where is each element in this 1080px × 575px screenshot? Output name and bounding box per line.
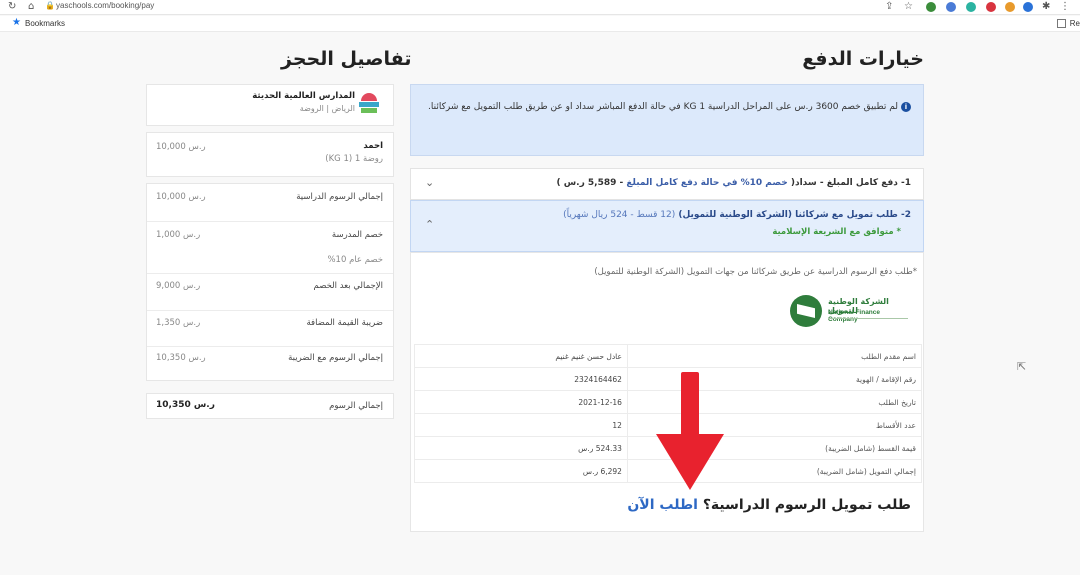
payment-option-full[interactable]: 1- دفع كامل المبلغ - سداد( خصم 10% في حا…: [410, 168, 924, 200]
table-row: تاريخ الطلب 2021-12-16: [414, 390, 923, 414]
bookmark-star-icon[interactable]: ☆: [904, 1, 913, 12]
fee-label: إجمالي الرسوم مع الضريبة: [288, 353, 383, 363]
apply-now-link[interactable]: اطلب الآن: [627, 497, 698, 513]
financing-cta: طلب تمويل الرسوم الدراسية؟ اطلب الآن: [627, 497, 911, 513]
finance-logo-underline: [828, 318, 908, 319]
finance-logo-mark: [790, 295, 822, 327]
school-logo: [359, 93, 379, 115]
table-value: 2021-12-16: [414, 390, 628, 414]
bookmarks-folder[interactable]: Bookmarks: [25, 19, 65, 28]
discount-info-text: لم تطبيق خصم 3600 ر.س على المراحل الدراس…: [428, 102, 898, 112]
fee-row: إجمالي الرسوم الدراسية 10,000 ر.س: [147, 184, 393, 221]
total-label: إجمالي الرسوم: [329, 401, 383, 411]
fee-label: الإجمالي بعد الخصم: [313, 281, 383, 291]
fee-label: ضريبة القيمة المضافة: [306, 318, 383, 328]
annotation-arrow-shaft: [681, 372, 699, 438]
extension-icon[interactable]: [986, 2, 996, 12]
school-location: الرياض | الروضة: [299, 104, 355, 113]
mouse-cursor-icon: ⇱: [1017, 360, 1027, 373]
total-card: إجمالي الرسوم 10,350 ر.س: [146, 393, 394, 419]
sharia-compliant-note: * متوافق مع الشريعة الإسلامية: [772, 227, 901, 237]
financing-cta-question: طلب تمويل الرسوم الدراسية؟: [702, 497, 911, 513]
info-icon: i: [901, 102, 911, 112]
fee-value: 10,350 ر.س: [156, 353, 206, 363]
option2-installments: (12 قسط - 524 ريال شهرياً): [563, 210, 676, 220]
table-label: رقم الإقامة / الهوية: [626, 367, 923, 391]
reload-icon[interactable]: ↻: [8, 1, 16, 12]
table-label: تاريخ الطلب: [626, 390, 923, 414]
payment-options-heading: خيارات الدفع: [802, 48, 924, 70]
chevron-down-icon[interactable]: ⌄: [425, 176, 434, 189]
student-grade: روضة 1 (KG 1): [325, 154, 383, 164]
extension-icon[interactable]: [1023, 2, 1033, 12]
star-icon: ★: [12, 17, 21, 28]
fee-row: ضريبة القيمة المضافة 1,350 ر.س: [147, 310, 393, 346]
table-row: رقم الإقامة / الهوية 2324164462: [414, 367, 923, 391]
booking-details-heading: تفاصيل الحجز: [281, 48, 412, 70]
fee-value: 10,000 ر.س: [156, 192, 206, 202]
annotation-arrow-head: [656, 434, 724, 490]
table-label: اسم مقدم الطلب: [626, 344, 923, 368]
fee-label: إجمالي الرسوم الدراسية: [296, 192, 383, 202]
share-icon[interactable]: ⇪: [885, 1, 893, 12]
menu-icon[interactable]: ⋮: [1060, 1, 1070, 12]
reading-list-label[interactable]: Re: [1070, 19, 1080, 28]
student-fee: 10,000 ر.س: [156, 142, 206, 152]
option2-prefix: 2- طلب تمويل مع شركائنا (الشركة الوطنية …: [675, 210, 911, 220]
option1-prefix: 1- دفع كامل المبلغ - سداد(: [787, 178, 911, 188]
home-icon[interactable]: ⌂: [28, 1, 34, 12]
extension-icon[interactable]: [926, 2, 936, 12]
finance-logo-english: National Finance Company: [828, 309, 881, 323]
fee-value: 9,000 ر.س: [156, 281, 201, 291]
table-value: 2324164462: [414, 367, 628, 391]
table-value: 524.33 ر.س: [414, 436, 628, 460]
table-row: اسم مقدم الطلب عادل حسن غنيم غنيم: [414, 344, 923, 368]
bookmarks-bar: ★ Bookmarks Re: [0, 16, 1080, 32]
reading-list-icon[interactable]: [1057, 19, 1066, 28]
student-card: احمد روضة 1 (KG 1) 10,000 ر.س: [146, 132, 394, 177]
browser-toolbar: ↻ ⌂ 🔒 yaschools.com/booking/pay ⇪ ☆ ✱ ⋮: [0, 0, 1080, 15]
chevron-up-icon[interactable]: ⌃: [425, 218, 434, 231]
fee-row: الإجمالي بعد الخصم 9,000 ر.س: [147, 273, 393, 310]
extension-icon[interactable]: [946, 2, 956, 12]
national-finance-logo: الشركة الوطنية للتمويل National Finance …: [790, 295, 910, 327]
lock-icon[interactable]: 🔒: [45, 1, 55, 10]
discount-info-box: iلم تطبيق خصم 3600 ر.س على المراحل الدرا…: [410, 84, 924, 156]
payment-option-financing[interactable]: 2- طلب تمويل مع شركائنا (الشركة الوطنية …: [410, 200, 924, 252]
student-name: احمد: [363, 141, 383, 151]
financing-note: *طلب دفع الرسوم الدراسية عن طريق شركائنا…: [594, 267, 917, 277]
fees-breakdown-card: إجمالي الرسوم الدراسية 10,000 ر.س خصم ال…: [146, 183, 394, 381]
extension-icon[interactable]: [966, 2, 976, 12]
fee-value: 1,000 ر.س: [156, 230, 201, 240]
fee-row: إجمالي الرسوم مع الضريبة 10,350 ر.س: [147, 346, 393, 381]
financing-panel: *طلب دفع الرسوم الدراسية عن طريق شركائنا…: [410, 252, 924, 532]
school-card: المدارس العالمية الحديثة الرياض | الروضة: [146, 84, 394, 126]
fee-row: خصم المدرسة 1,000 ر.س خصم عام 10%: [147, 221, 393, 273]
fee-sublabel: خصم عام 10%: [327, 255, 383, 265]
fee-label: خصم المدرسة: [331, 230, 383, 240]
payment-option-full-label: 1- دفع كامل المبلغ - سداد( خصم 10% في حا…: [556, 178, 911, 188]
option1-discount: خصم 10% في حالة دفع كامل المبلغ: [626, 178, 788, 188]
option1-amount: - 5,589 ر.س ): [556, 178, 627, 188]
address-bar[interactable]: yaschools.com/booking/pay: [56, 1, 154, 10]
fee-value: 1,350 ر.س: [156, 318, 201, 328]
total-value: 10,350 ر.س: [156, 400, 215, 410]
table-value: 12: [414, 413, 628, 437]
school-name: المدارس العالمية الحديثة: [252, 91, 355, 101]
table-value: عادل حسن غنيم غنيم: [414, 344, 628, 368]
extension-icon[interactable]: [1005, 2, 1015, 12]
puzzle-icon[interactable]: ✱: [1042, 1, 1050, 12]
payment-option-financing-label: 2- طلب تمويل مع شركائنا (الشركة الوطنية …: [563, 210, 911, 220]
table-value: 6,292 ر.س: [414, 459, 628, 483]
